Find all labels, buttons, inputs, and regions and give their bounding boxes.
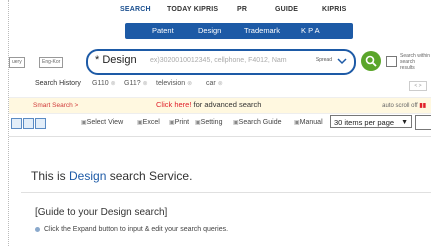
- search-row: uery Eng-Kor * Design ex)3020010012345, …: [9, 45, 431, 79]
- nav-pr[interactable]: PR: [237, 6, 247, 13]
- history-item-label: car: [206, 80, 216, 87]
- smart-search-bar: Smart Search > Click here! for advanced …: [9, 97, 431, 114]
- results-toolbar: ▣Select View ▣Excel ▣Print ▣Setting ▣Sea…: [9, 115, 431, 131]
- smart-search-link[interactable]: Smart Search >: [33, 102, 78, 109]
- auto-scroll-toggle[interactable]: auto scroll off ▮▮: [382, 102, 426, 109]
- search-within-results-label: Search within search results: [400, 53, 431, 71]
- click-here-text: Click here!: [156, 100, 192, 109]
- title-suffix: search Service.: [106, 169, 193, 183]
- history-item-label: G110: [92, 80, 109, 87]
- top-navigation: SEARCH TODAY KIPRIS PR GUIDE KIPRIS: [9, 6, 431, 20]
- chevron-down-icon: ▼: [401, 119, 408, 126]
- remove-icon[interactable]: ⊗: [218, 81, 223, 87]
- remove-icon[interactable]: ⊗: [187, 81, 192, 87]
- manual-label: Manual: [299, 119, 323, 126]
- excel-option[interactable]: ▣Excel: [137, 119, 160, 126]
- query-option-checkbox[interactable]: uery: [9, 57, 25, 68]
- expand-dropdown-icon[interactable]: [336, 53, 348, 69]
- kipris-search-page: SEARCH TODAY KIPRIS PR GUIDE KIPRIS Pate…: [9, 0, 431, 246]
- guide-bullet-text: Click the Expand button to input & edit …: [44, 226, 229, 233]
- magnifier-icon: [365, 55, 377, 67]
- print-option[interactable]: ▣Print: [169, 119, 189, 126]
- remove-icon[interactable]: ⊗: [111, 81, 116, 87]
- tab-design[interactable]: Design: [198, 26, 221, 35]
- history-item[interactable]: television ⊗: [156, 80, 192, 87]
- remove-icon[interactable]: ⊗: [143, 81, 148, 87]
- search-input-value: * Design: [95, 54, 137, 66]
- nav-today-kipris[interactable]: TODAY KIPRIS: [167, 6, 218, 13]
- view-list-icon[interactable]: [11, 118, 22, 129]
- history-nav-arrows[interactable]: < >: [409, 81, 427, 91]
- search-history-label: Search History: [35, 80, 81, 87]
- left-dotted-border: [0, 0, 9, 246]
- history-item[interactable]: car ⊗: [206, 80, 223, 87]
- guide-heading: [Guide to your Design search]: [35, 207, 168, 218]
- setting-option[interactable]: ▣Setting: [195, 119, 222, 126]
- page-title: This is Design search Service.: [31, 169, 192, 183]
- history-item-label: G11?: [124, 80, 141, 87]
- search-input-placeholder: ex)3020010012345, cellphone, F4012, Nam: [150, 57, 287, 64]
- title-highlight: Design: [69, 169, 107, 183]
- divider: [9, 136, 431, 137]
- search-category-tabs: Patent Design Trademark K P A: [125, 23, 353, 39]
- title-prefix: This is: [31, 169, 70, 183]
- auto-scroll-label: auto scroll off: [382, 103, 418, 109]
- history-item[interactable]: G11? ⊗: [124, 80, 148, 87]
- view-grid-icon[interactable]: [35, 118, 46, 129]
- bullet-icon: [35, 226, 40, 232]
- manual-option[interactable]: ▣Manual: [294, 119, 323, 126]
- select-view-label: Select View: [86, 119, 124, 126]
- search-history: Search History G110 ⊗ G11? ⊗ television …: [9, 80, 431, 94]
- view-thumbnail-icon[interactable]: [23, 118, 34, 129]
- select-view-option[interactable]: ▣Select View: [81, 119, 123, 126]
- within-label-line-2: search results: [400, 59, 416, 71]
- divider: [21, 192, 431, 193]
- search-go-button[interactable]: [361, 51, 381, 71]
- setting-label: Setting: [200, 119, 223, 126]
- items-per-page-select[interactable]: 30 items per page ▼: [330, 115, 412, 128]
- guide-bullet: Click the Expand button to input & edit …: [35, 226, 228, 233]
- nav-kipris[interactable]: KIPRIS: [322, 6, 347, 13]
- excel-label: Excel: [142, 119, 160, 126]
- history-item[interactable]: G110 ⊗: [92, 80, 116, 87]
- print-label: Print: [174, 119, 190, 126]
- search-within-results-checkbox[interactable]: [386, 56, 397, 67]
- eng-kor-checkbox[interactable]: Eng-Kor: [39, 57, 64, 68]
- sort-select[interactable]: [415, 115, 431, 130]
- tab-patent[interactable]: Patent: [152, 26, 174, 35]
- advanced-search-text: for advanced search: [191, 100, 262, 109]
- tab-trademark[interactable]: Trademark: [244, 26, 280, 35]
- nav-guide[interactable]: GUIDE: [275, 6, 298, 13]
- search-guide-option[interactable]: ▣Search Guide: [233, 119, 281, 126]
- advanced-search-link[interactable]: Click here! for advanced search: [156, 100, 261, 109]
- spread-button[interactable]: Spread: [316, 57, 332, 63]
- history-item-label: television: [156, 80, 186, 87]
- nav-search[interactable]: SEARCH: [120, 6, 151, 13]
- main-content: This is Design search Service. [Guide to…: [21, 148, 431, 246]
- tab-kpa[interactable]: K P A: [301, 26, 320, 35]
- search-input[interactable]: * Design ex)3020010012345, cellphone, F4…: [86, 49, 356, 75]
- toggle-icon: ▮▮: [419, 103, 426, 109]
- items-per-page-value: 30 items per page: [334, 118, 395, 127]
- search-guide-label: Search Guide: [238, 119, 282, 126]
